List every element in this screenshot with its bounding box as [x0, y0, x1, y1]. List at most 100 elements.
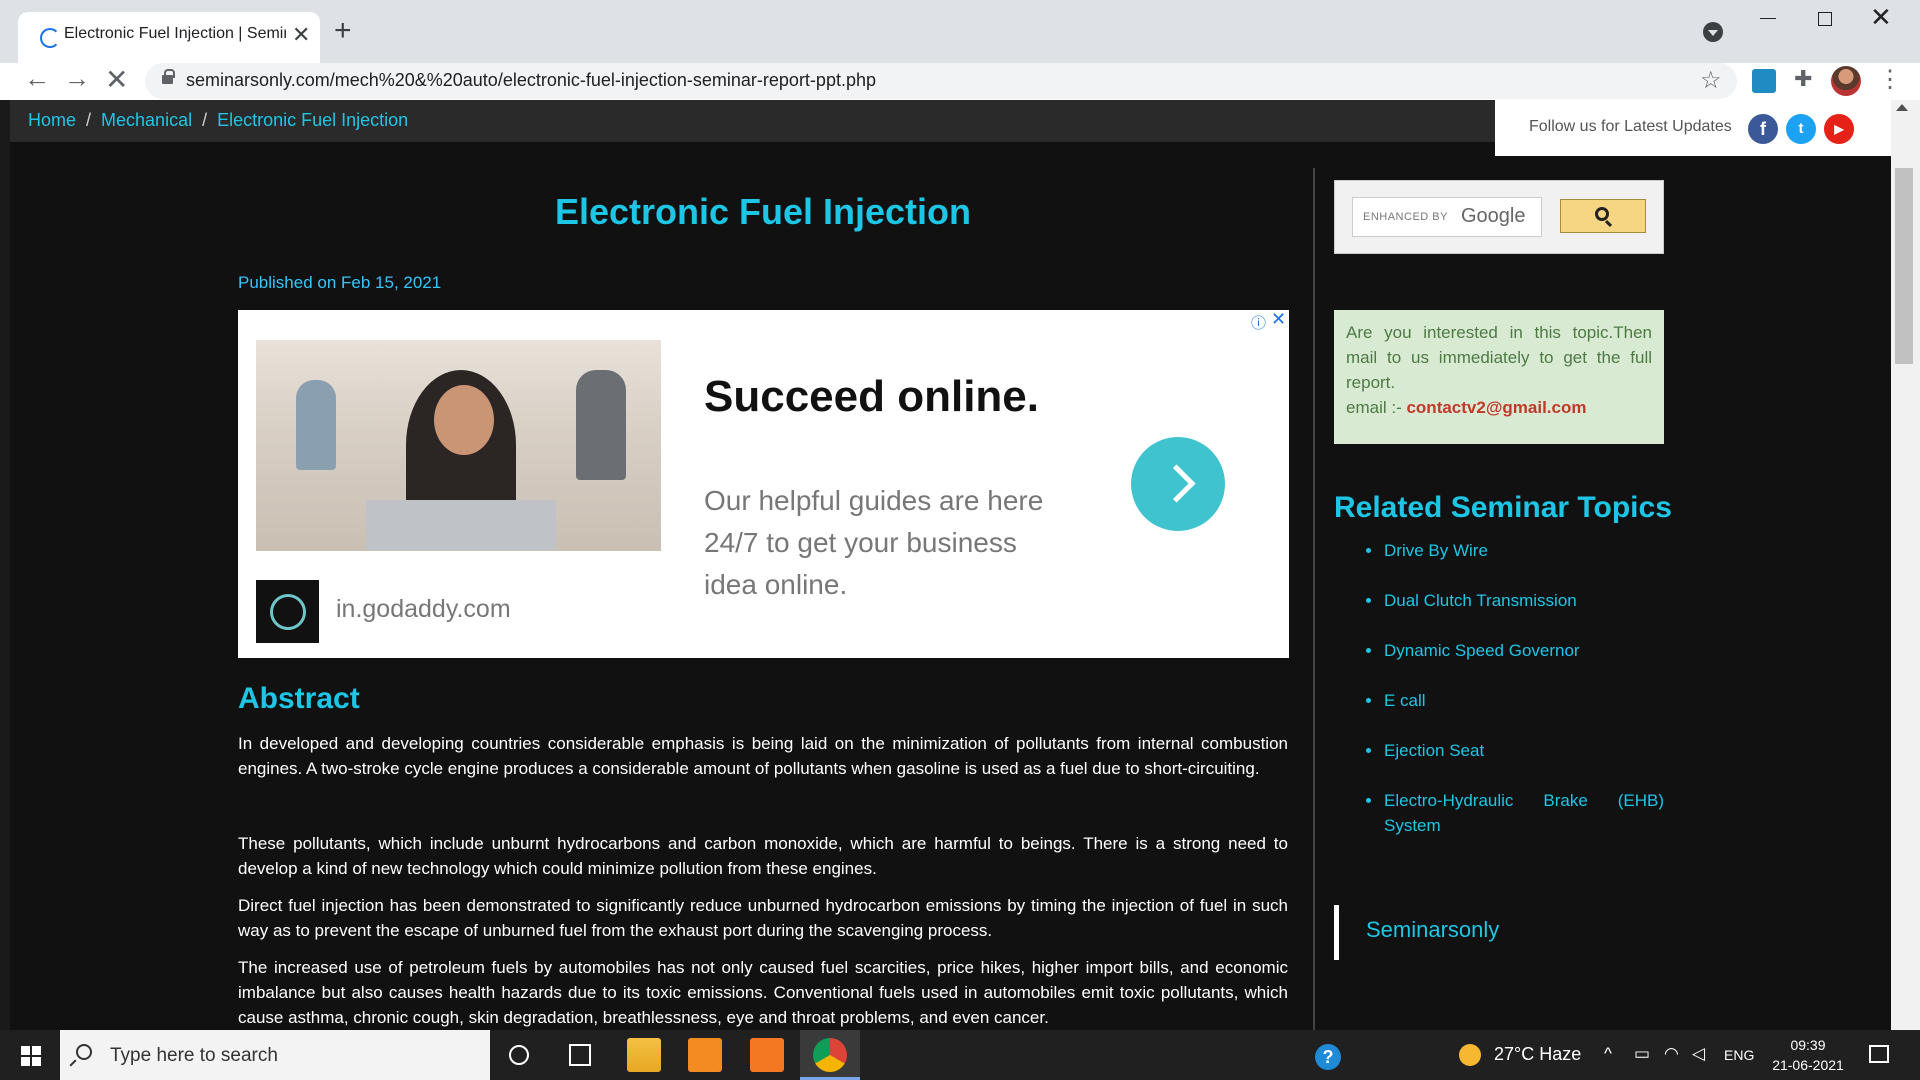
- google-search-box: ENHANCED BY Google: [1334, 180, 1664, 254]
- language-indicator[interactable]: ENG: [1724, 1047, 1754, 1063]
- article-paragraph: The increased use of petroleum fuels by …: [238, 958, 1288, 1027]
- cortana-icon[interactable]: [509, 1045, 529, 1065]
- email-label: email :-: [1346, 398, 1402, 417]
- tab-search-icon[interactable]: [1703, 22, 1723, 42]
- chrome-icon[interactable]: [813, 1038, 847, 1072]
- windows-logo-pane: [21, 1057, 30, 1066]
- profile-avatar[interactable]: [1831, 66, 1861, 96]
- extensions-puzzle-icon[interactable]: ✚: [1794, 66, 1812, 92]
- task-view-icon[interactable]: [569, 1044, 591, 1066]
- taskbar-search-box[interactable]: Type here to search: [60, 1030, 490, 1080]
- facebook-icon[interactable]: f: [1748, 114, 1778, 144]
- column-divider: [1313, 168, 1315, 1030]
- ad-photo-woman-face: [434, 385, 494, 455]
- ad-body-text[interactable]: Our helpful guides are here 24/7 to get …: [704, 480, 1074, 606]
- ad-photo[interactable]: [256, 340, 661, 551]
- twitter-icon[interactable]: t: [1786, 114, 1816, 144]
- related-topic-link[interactable]: Electro-Hydraulic Brake (EHB) System: [1366, 788, 1664, 838]
- page-title: Electronic Fuel Injection: [554, 191, 972, 232]
- related-topics-list: Drive By Wire Dual Clutch Transmission D…: [1366, 538, 1664, 863]
- seminarsonly-accent-bar: [1334, 905, 1339, 960]
- loading-spinner-icon: [40, 28, 60, 48]
- help-icon[interactable]: ?: [1315, 1044, 1341, 1070]
- battery-icon[interactable]: ▭: [1634, 1044, 1650, 1064]
- search-button[interactable]: [1560, 199, 1646, 233]
- report-request-box: Are you interested in this topic.Then ma…: [1334, 310, 1664, 444]
- contact-email[interactable]: contactv2@gmail.com: [1406, 398, 1586, 417]
- browser-toolbar: ← → ✕ seminarsonly.com/mech%20&%20auto/e…: [0, 63, 1920, 100]
- article-paragraph: These pollutants, which include unburnt …: [238, 834, 1288, 878]
- back-arrow-icon[interactable]: ←: [24, 65, 50, 91]
- breadcrumb-current-link[interactable]: Electronic Fuel Injection: [217, 110, 408, 130]
- ad-info-icon[interactable]: ⓘ: [1251, 312, 1266, 333]
- weather-text[interactable]: 27°C Haze: [1494, 1044, 1581, 1065]
- breadcrumb-separator: /: [86, 110, 92, 130]
- breadcrumb-home-link[interactable]: Home: [28, 110, 76, 130]
- scroll-up-arrow-icon[interactable]: [1896, 104, 1908, 111]
- close-window-button[interactable]: ✕: [1870, 2, 1892, 33]
- ad-close-icon[interactable]: ✕: [1271, 309, 1286, 330]
- breadcrumb-separator: /: [202, 110, 208, 130]
- windows-start-icon[interactable]: [21, 1046, 41, 1066]
- taskbar-search-placeholder: Type here to search: [110, 1045, 278, 1066]
- related-topic-link[interactable]: Drive By Wire: [1366, 538, 1664, 563]
- tab-close-icon[interactable]: ✕: [292, 22, 310, 48]
- url-text[interactable]: seminarsonly.com/mech%20&%20auto/electro…: [186, 70, 876, 91]
- windows-logo-pane: [32, 1046, 41, 1055]
- ad-photo-person: [576, 370, 626, 480]
- breadcrumb-mechanical-link[interactable]: Mechanical: [101, 110, 192, 130]
- follow-us-text: Follow us for Latest Updates: [1529, 118, 1732, 135]
- windows-logo-pane: [21, 1046, 30, 1055]
- lock-icon[interactable]: [162, 69, 175, 84]
- browser-menu-icon[interactable]: ⋮: [1878, 65, 1902, 94]
- xampp-icon[interactable]: [750, 1038, 784, 1072]
- published-date: Published on Feb 15, 2021: [238, 273, 442, 292]
- minimize-window-button[interactable]: [1760, 18, 1776, 19]
- address-bar[interactable]: seminarsonly.com/mech%20&%20auto/electro…: [145, 63, 1737, 99]
- wifi-icon[interactable]: ◠: [1664, 1044, 1679, 1064]
- ad-domain[interactable]: in.godaddy.com: [336, 595, 511, 624]
- breadcrumb: Home / Mechanical / Electronic Fuel Injectio…: [28, 110, 408, 131]
- stop-loading-icon[interactable]: ✕: [105, 66, 128, 94]
- google-label: Google: [1461, 205, 1526, 227]
- advertisement[interactable]: in.godaddy.com Succeed online. Our helpf…: [238, 309, 1289, 658]
- forward-arrow-icon[interactable]: →: [64, 65, 90, 91]
- related-topic-link[interactable]: Dual Clutch Transmission: [1366, 588, 1664, 613]
- ad-headline[interactable]: Succeed online.: [704, 372, 1039, 422]
- browser-tab-strip: Electronic Fuel Injection | Semina ✕ + ✕: [0, 0, 1920, 63]
- maximize-window-button[interactable]: [1818, 12, 1832, 26]
- notifications-icon[interactable]: [1869, 1045, 1889, 1063]
- page-left-edge: [0, 100, 10, 1030]
- search-input[interactable]: ENHANCED BY Google: [1352, 197, 1542, 237]
- related-topic-link[interactable]: Dynamic Speed Governor: [1366, 638, 1664, 663]
- godaddy-logo-icon[interactable]: [256, 580, 319, 643]
- scrollbar-thumb[interactable]: [1895, 168, 1913, 364]
- related-topic-link[interactable]: Ejection Seat: [1366, 738, 1664, 763]
- ad-photo-person: [296, 380, 336, 470]
- browser-tab-active[interactable]: Electronic Fuel Injection | Semina ✕: [18, 12, 320, 63]
- clock-time: 09:39: [1790, 1037, 1826, 1053]
- clock[interactable]: 09:39 21-06-2021: [1768, 1035, 1848, 1075]
- report-request-text: Are you interested in this topic.Then ma…: [1346, 323, 1652, 392]
- windows-logo-pane: [32, 1057, 41, 1066]
- search-icon: [1595, 207, 1609, 221]
- extension-icon[interactable]: [1752, 69, 1776, 93]
- abstract-heading: Abstract: [238, 682, 360, 715]
- follow-us-panel: Follow us for Latest Updates f t ▶: [1495, 100, 1891, 156]
- new-tab-button[interactable]: +: [334, 16, 352, 46]
- bookmark-star-icon[interactable]: ☆: [1700, 66, 1722, 95]
- web-page: Home / Mechanical / Electronic Fuel Injectio…: [0, 100, 1920, 1030]
- weather-sun-icon[interactable]: [1459, 1044, 1481, 1066]
- show-hidden-icons-icon[interactable]: ^: [1604, 1044, 1612, 1064]
- ad-arrow-button[interactable]: [1131, 437, 1225, 531]
- godaddy-logo-mark: [270, 594, 306, 630]
- seminarsonly-heading: Seminarsonly: [1366, 917, 1500, 942]
- sublime-text-icon[interactable]: [688, 1038, 722, 1072]
- article-paragraph: In developed and developing countries co…: [238, 734, 1288, 778]
- file-explorer-icon[interactable]: [627, 1038, 661, 1072]
- youtube-icon[interactable]: ▶: [1824, 114, 1854, 144]
- ad-photo-laptop: [366, 500, 556, 550]
- related-topics-heading: Related Seminar Topics: [1334, 491, 1672, 524]
- volume-icon[interactable]: ◁: [1692, 1044, 1705, 1064]
- related-topic-link[interactable]: E call: [1366, 688, 1664, 713]
